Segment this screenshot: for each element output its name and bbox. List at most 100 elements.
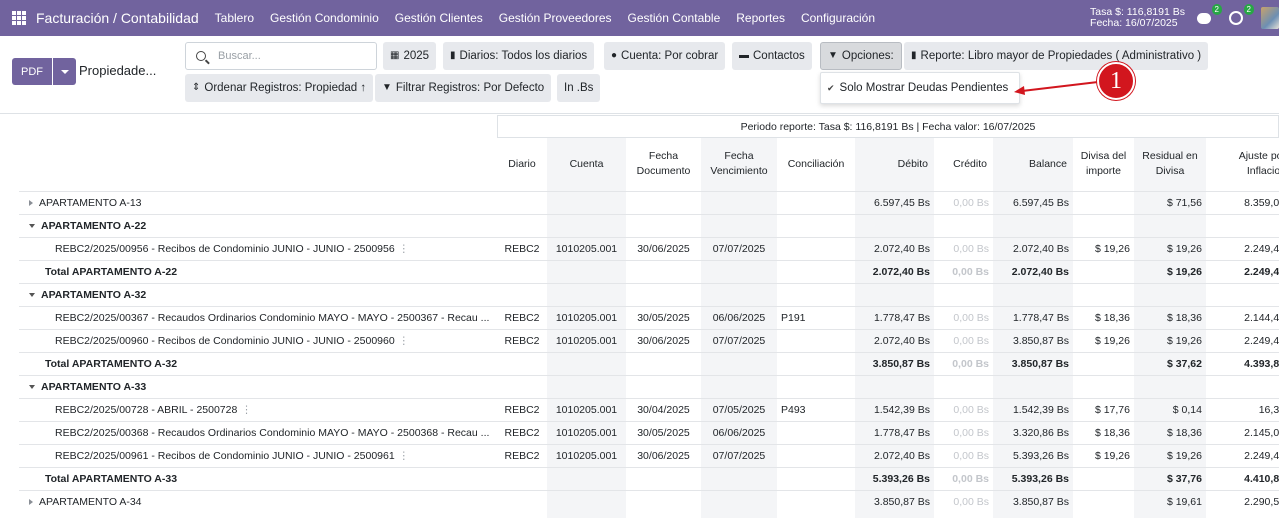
table-body: APARTAMENTO A-13 6.597,45 Bs 0,00 Bs 6.597,… [19,190,1279,513]
pdf-dropdown-toggle[interactable] [53,58,76,85]
caret-down-icon[interactable] [29,384,35,389]
apps-grid-icon[interactable] [12,11,26,25]
row-label: APARTAMENTO A-33 [41,380,147,393]
app-brand[interactable]: Facturación / Contabilidad [36,10,199,26]
cell-ajuste [1206,374,1279,398]
row-actions-icon[interactable]: ⋮ [493,312,497,324]
row-actions-icon[interactable]: ⋮ [399,450,410,462]
table-row-group-open[interactable]: APARTAMENTO A-32 [19,282,1279,306]
table-row-line[interactable]: REBC2/2025/00960 - Recibos de Condominio… [19,328,1279,352]
row-label[interactable]: REBC2/2025/00956 - Recibos de Condominio… [55,243,395,255]
table-row-line[interactable]: REBC2/2025/00728 - ABRIL - 2500728 ⋮ REBC2… [19,397,1279,421]
table-row-line[interactable]: REBC2/2025/00367 - Recaudos Ordinarios C… [19,305,1279,329]
activity-clock-icon[interactable]: 2 [1229,4,1254,26]
cell-credito: 0,00 Bs [934,489,993,513]
table-row-line[interactable]: REBC2/2025/00368 - Recaudos Ordinarios C… [19,420,1279,444]
header-credito[interactable]: Crédito [934,138,993,191]
annotation-number-badge: 1 [1097,62,1135,100]
cell-fvenc: 06/06/2025 [701,305,777,329]
row-label: APARTAMENTO A-13 [39,196,142,209]
cell-fdoc [626,282,701,306]
search-input[interactable] [218,50,368,62]
cell-balance: 2.072,40 Bs [993,236,1073,260]
cell-credito [934,374,993,398]
caret-right-icon[interactable] [29,498,33,505]
row-label[interactable]: REBC2/2025/00960 - Recibos de Condominio… [55,335,395,347]
cell-fdoc: 30/04/2025 [626,397,701,421]
filter-cuenta-button[interactable]: ● Cuenta: Por cobrar [604,42,726,70]
header-debito[interactable]: Débito [855,138,934,191]
activity-badge: 2 [1243,4,1254,15]
cell-residual: $ 18,36 [1134,420,1206,444]
header-cuenta[interactable]: Cuenta [547,138,626,191]
menu-gestion-proveedores[interactable]: Gestión Proveedores [499,11,612,25]
table-row-line[interactable]: REBC2/2025/00956 - Recibos de Condominio… [19,236,1279,260]
currency-button[interactable]: In .Bs [557,74,601,102]
row-actions-icon[interactable]: ⋮ [241,404,252,416]
header-conciliacion[interactable]: Conciliación [777,138,855,191]
cell-cuenta: 1010205.001 [547,236,626,260]
row-label[interactable]: REBC2/2025/00367 - Recaudos Ordinarios C… [55,312,489,324]
header-fecha-vencimiento[interactable]: Fecha Vencimiento [701,138,777,191]
cell-divisa [1073,190,1134,214]
chat-icon[interactable]: 2 [1197,4,1222,26]
sort-records-button[interactable]: ⇕ Ordenar Registros: Propiedad ↑ [185,74,374,102]
row-actions-icon[interactable]: ⋮ [399,243,410,255]
caret-down-icon[interactable] [29,292,35,297]
row-actions-icon[interactable]: ⋮ [399,335,410,347]
cell-ajuste: 2.249,45 [1206,443,1279,467]
menu-gestion-contable[interactable]: Gestión Contable [628,11,721,25]
menu-configuracion[interactable]: Configuración [801,11,875,25]
filter-records-button[interactable]: ▼ Filtrar Registros: Por Defecto [375,74,552,102]
row-actions-icon[interactable]: ⋮ [493,427,497,439]
cell-balance [993,374,1073,398]
row-label[interactable]: REBC2/2025/00368 - Recaudos Ordinarios C… [55,427,489,439]
table-row-group-open[interactable]: APARTAMENTO A-22 [19,213,1279,237]
row-label: Total APARTAMENTO A-33 [45,472,178,485]
option-only-pending-debts[interactable]: Solo Mostrar Deudas Pendientes [840,82,1009,94]
header-balance[interactable]: Balance [993,138,1073,191]
table-row-line[interactable]: REBC2/2025/00961 - Recibos de Condominio… [19,443,1279,467]
caret-down-icon[interactable] [29,223,35,228]
user-avatar[interactable] [1261,7,1279,29]
row-label: APARTAMENTO A-34 [39,495,142,508]
filter-reporte-button[interactable]: ▮ Reporte: Libro mayor de Propiedades ( … [904,42,1209,70]
cell-balance: 1.542,39 Bs [993,397,1073,421]
header-diario[interactable]: Diario [497,138,547,191]
menu-reportes[interactable]: Reportes [736,11,785,25]
table-row-group-collapsed[interactable]: APARTAMENTO A-13 6.597,45 Bs 0,00 Bs 6.597,… [19,190,1279,214]
menu-gestion-condominio[interactable]: Gestión Condominio [270,11,379,25]
caret-right-icon[interactable] [29,199,33,206]
header-ajuste-inflacion[interactable]: Ajuste por Inflacion [1206,138,1279,191]
table-row-group-open[interactable]: APARTAMENTO A-33 [19,374,1279,398]
filter-diarios-button[interactable]: ▮ Diarios: Todos los diarios [443,42,595,70]
cell-diario [497,259,547,283]
header-fecha-documento[interactable]: Fecha Documento [626,138,701,191]
menu-tablero[interactable]: Tablero [215,11,254,25]
row-name-cell: REBC2/2025/00956 - Recibos de Condominio… [19,236,497,260]
filter-contactos-button[interactable]: ▬ Contactos [732,42,812,70]
pdf-button[interactable]: PDF [12,58,52,85]
cell-divisa: $ 17,76 [1073,397,1134,421]
cell-ajuste: 2.144,43 [1206,305,1279,329]
cell-balance: 2.072,40 Bs [993,259,1073,283]
table-row-group-collapsed[interactable]: APARTAMENTO A-34 3.850,87 Bs 0,00 Bs 3.850,… [19,489,1279,513]
cell-ajuste: 4.410,81 [1206,466,1279,490]
caret-down-icon [60,69,69,74]
filter-opciones-button[interactable]: ▼ Opciones: [820,42,902,70]
cell-fvenc [701,466,777,490]
menu-gestion-clientes[interactable]: Gestión Clientes [395,11,483,25]
cell-ajuste: 8.359,09 [1206,190,1279,214]
table-header-row: Diario Cuenta Fecha Documento Fecha Venc… [19,138,1279,191]
row-label[interactable]: REBC2/2025/00728 - ABRIL - 2500728 [55,404,237,416]
search-icon [196,51,206,61]
filter-year-button[interactable]: ▦ 2025 [383,42,437,70]
row-label[interactable]: REBC2/2025/00961 - Recibos de Condominio… [55,450,395,462]
cell-credito: 0,00 Bs [934,328,993,352]
row-name-cell: Total APARTAMENTO A-33 [19,466,497,490]
cell-conc [777,489,855,513]
table-row-total: Total APARTAMENTO A-32 3.850,87 Bs 0,00 Bs… [19,351,1279,375]
header-residual-divisa[interactable]: Residual en Divisa [1134,138,1206,191]
header-divisa-importe[interactable]: Divisa del importe [1073,138,1134,191]
cell-ajuste: 2.249,45 [1206,236,1279,260]
